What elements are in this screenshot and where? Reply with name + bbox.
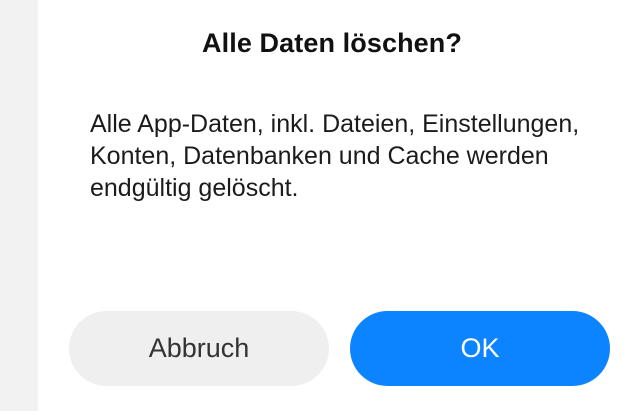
dialog-message: Alle App-Daten, inkl. Dateien, Einstellu… bbox=[90, 110, 580, 202]
ok-button[interactable]: OK bbox=[350, 311, 610, 386]
cancel-button[interactable]: Abbruch bbox=[69, 311, 329, 386]
background-edge bbox=[0, 0, 38, 411]
dialog-title: Alle Daten löschen? bbox=[202, 28, 462, 58]
confirm-delete-dialog: Alle Daten löschen? Alle App-Daten, inkl… bbox=[38, 0, 626, 411]
